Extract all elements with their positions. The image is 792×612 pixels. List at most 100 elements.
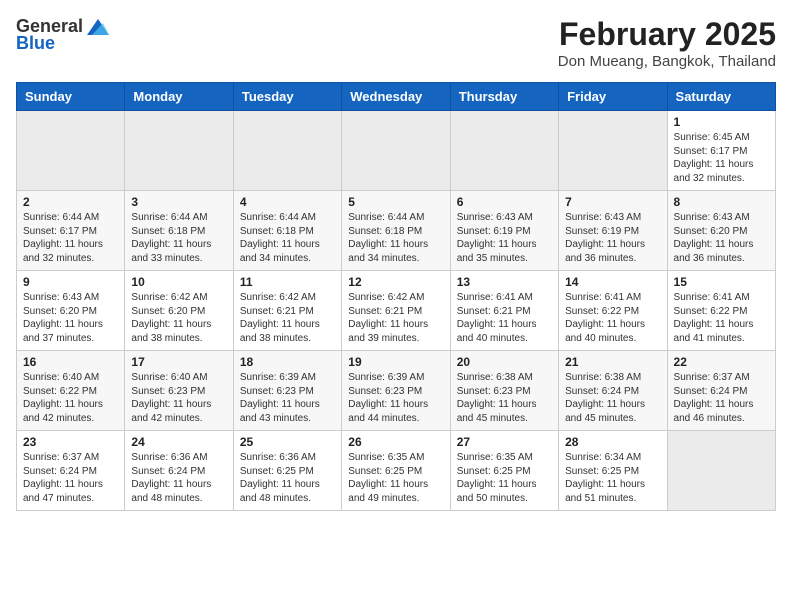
day-cell: 27 Sunrise: 6:35 AMSunset: 6:25 PMDayligh… <box>450 431 558 511</box>
day-info: Sunrise: 6:41 AMSunset: 6:22 PMDaylight:… <box>674 291 769 345</box>
day-cell <box>17 111 125 191</box>
day-info: Sunrise: 6:36 AMSunset: 6:25 PMDaylight:… <box>240 451 335 505</box>
day-number: 14 <box>565 275 660 289</box>
day-number: 10 <box>131 275 226 289</box>
day-number: 3 <box>131 195 226 209</box>
day-info: Sunrise: 6:38 AMSunset: 6:23 PMDaylight:… <box>457 371 552 425</box>
day-cell: 11Sunrise: 6:42 AMSunset: 6:21 PMDayligh… <box>233 271 341 351</box>
title-section: February 2025 Don Mueang, Bangkok, Thail… <box>558 16 776 70</box>
day-cell: 16 Sunrise: 6:40 AMSunset: 6:22 PMDayligh… <box>17 351 125 431</box>
week-row-1: 1Sunrise: 6:45 AMSunset: 6:17 PMDaylight… <box>17 111 776 191</box>
day-info: Sunrise: 6:43 AMSunset: 6:19 PMDaylight:… <box>565 211 660 265</box>
day-info: Sunrise: 6:35 AMSunset: 6:25 PMDaylight:… <box>457 451 552 505</box>
logo-blue-text: Blue <box>16 33 55 54</box>
day-cell <box>559 111 667 191</box>
day-number: 21 <box>565 355 660 369</box>
day-cell: 22 Sunrise: 6:37 AMSunset: 6:24 PMDayligh… <box>667 351 775 431</box>
weekday-header-saturday: Saturday <box>667 83 775 111</box>
week-row-5: 23 Sunrise: 6:37 AMSunset: 6:24 PMDayligh… <box>17 431 776 511</box>
day-cell: 5 Sunrise: 6:44 AMSunset: 6:18 PMDaylight… <box>342 191 450 271</box>
day-info: Sunrise: 6:40 AMSunset: 6:23 PMDaylight:… <box>131 371 226 425</box>
day-number: 22 <box>674 355 769 369</box>
day-cell: 17 Sunrise: 6:40 AMSunset: 6:23 PMDayligh… <box>125 351 233 431</box>
day-cell: 23 Sunrise: 6:37 AMSunset: 6:24 PMDayligh… <box>17 431 125 511</box>
day-info: Sunrise: 6:43 AMSunset: 6:20 PMDaylight:… <box>23 291 118 345</box>
day-info: Sunrise: 6:37 AMSunset: 6:24 PMDaylight:… <box>23 451 118 505</box>
calendar-table: SundayMondayTuesdayWednesdayThursdayFrid… <box>16 82 776 511</box>
day-cell: 8 Sunrise: 6:43 AMSunset: 6:20 PMDaylight… <box>667 191 775 271</box>
day-cell <box>342 111 450 191</box>
day-info: Sunrise: 6:44 AMSunset: 6:18 PMDaylight:… <box>348 211 443 265</box>
day-cell: 28Sunrise: 6:34 AMSunset: 6:25 PMDayligh… <box>559 431 667 511</box>
logo-icon <box>87 19 109 35</box>
weekday-header-monday: Monday <box>125 83 233 111</box>
day-info: Sunrise: 6:43 AMSunset: 6:20 PMDaylight:… <box>674 211 769 265</box>
day-info: Sunrise: 6:34 AMSunset: 6:25 PMDaylight:… <box>565 451 660 505</box>
day-number: 26 <box>348 435 443 449</box>
day-cell: 3 Sunrise: 6:44 AMSunset: 6:18 PMDaylight… <box>125 191 233 271</box>
day-number: 19 <box>348 355 443 369</box>
day-cell: 12 Sunrise: 6:42 AMSunset: 6:21 PMDayligh… <box>342 271 450 351</box>
day-cell: 19 Sunrise: 6:39 AMSunset: 6:23 PMDayligh… <box>342 351 450 431</box>
day-cell: 14 Sunrise: 6:41 AMSunset: 6:22 PMDayligh… <box>559 271 667 351</box>
day-number: 5 <box>348 195 443 209</box>
day-cell <box>233 111 341 191</box>
day-number: 12 <box>348 275 443 289</box>
day-info: Sunrise: 6:36 AMSunset: 6:24 PMDaylight:… <box>131 451 226 505</box>
day-info: Sunrise: 6:42 AMSunset: 6:21 PMDaylight:… <box>240 291 335 345</box>
day-cell <box>125 111 233 191</box>
day-number: 6 <box>457 195 552 209</box>
day-number: 25 <box>240 435 335 449</box>
day-number: 9 <box>23 275 118 289</box>
week-row-4: 16 Sunrise: 6:40 AMSunset: 6:22 PMDayligh… <box>17 351 776 431</box>
day-info: Sunrise: 6:44 AMSunset: 6:18 PMDaylight:… <box>131 211 226 265</box>
day-info: Sunrise: 6:38 AMSunset: 6:24 PMDaylight:… <box>565 371 660 425</box>
day-info: Sunrise: 6:42 AMSunset: 6:21 PMDaylight:… <box>348 291 443 345</box>
day-cell <box>667 431 775 511</box>
day-cell: 20 Sunrise: 6:38 AMSunset: 6:23 PMDayligh… <box>450 351 558 431</box>
day-number: 20 <box>457 355 552 369</box>
day-number: 24 <box>131 435 226 449</box>
weekday-header-row: SundayMondayTuesdayWednesdayThursdayFrid… <box>17 83 776 111</box>
weekday-header-thursday: Thursday <box>450 83 558 111</box>
calendar-title: February 2025 <box>558 16 776 53</box>
day-info: Sunrise: 6:39 AMSunset: 6:23 PMDaylight:… <box>348 371 443 425</box>
weekday-header-sunday: Sunday <box>17 83 125 111</box>
header: General Blue February 2025 Don Mueang, B… <box>16 16 776 70</box>
day-number: 18 <box>240 355 335 369</box>
day-number: 1 <box>674 115 769 129</box>
day-info: Sunrise: 6:39 AMSunset: 6:23 PMDaylight:… <box>240 371 335 425</box>
day-info: Sunrise: 6:40 AMSunset: 6:22 PMDaylight:… <box>23 371 118 425</box>
day-info: Sunrise: 6:42 AMSunset: 6:20 PMDaylight:… <box>131 291 226 345</box>
day-number: 13 <box>457 275 552 289</box>
day-info: Sunrise: 6:41 AMSunset: 6:21 PMDaylight:… <box>457 291 552 345</box>
day-cell: 6 Sunrise: 6:43 AMSunset: 6:19 PMDaylight… <box>450 191 558 271</box>
day-cell: 2 Sunrise: 6:44 AMSunset: 6:17 PMDaylight… <box>17 191 125 271</box>
day-cell: 26Sunrise: 6:35 AMSunset: 6:25 PMDayligh… <box>342 431 450 511</box>
day-cell: 15 Sunrise: 6:41 AMSunset: 6:22 PMDayligh… <box>667 271 775 351</box>
day-number: 15 <box>674 275 769 289</box>
day-info: Sunrise: 6:41 AMSunset: 6:22 PMDaylight:… <box>565 291 660 345</box>
day-cell: 13 Sunrise: 6:41 AMSunset: 6:21 PMDayligh… <box>450 271 558 351</box>
logo: General Blue <box>16 16 109 54</box>
day-cell: 24 Sunrise: 6:36 AMSunset: 6:24 PMDayligh… <box>125 431 233 511</box>
day-info: Sunrise: 6:44 AMSunset: 6:17 PMDaylight:… <box>23 211 118 265</box>
day-number: 23 <box>23 435 118 449</box>
day-number: 7 <box>565 195 660 209</box>
day-cell: 9 Sunrise: 6:43 AMSunset: 6:20 PMDaylight… <box>17 271 125 351</box>
day-cell: 1Sunrise: 6:45 AMSunset: 6:17 PMDaylight… <box>667 111 775 191</box>
week-row-3: 9 Sunrise: 6:43 AMSunset: 6:20 PMDaylight… <box>17 271 776 351</box>
day-number: 17 <box>131 355 226 369</box>
day-cell: 25 Sunrise: 6:36 AMSunset: 6:25 PMDayligh… <box>233 431 341 511</box>
day-number: 2 <box>23 195 118 209</box>
day-number: 27 <box>457 435 552 449</box>
day-number: 8 <box>674 195 769 209</box>
day-cell: 4Sunrise: 6:44 AMSunset: 6:18 PMDaylight… <box>233 191 341 271</box>
day-number: 4 <box>240 195 335 209</box>
day-number: 16 <box>23 355 118 369</box>
day-info: Sunrise: 6:43 AMSunset: 6:19 PMDaylight:… <box>457 211 552 265</box>
day-cell: 10 Sunrise: 6:42 AMSunset: 6:20 PMDayligh… <box>125 271 233 351</box>
day-cell <box>450 111 558 191</box>
day-info: Sunrise: 6:37 AMSunset: 6:24 PMDaylight:… <box>674 371 769 425</box>
day-cell: 21 Sunrise: 6:38 AMSunset: 6:24 PMDayligh… <box>559 351 667 431</box>
